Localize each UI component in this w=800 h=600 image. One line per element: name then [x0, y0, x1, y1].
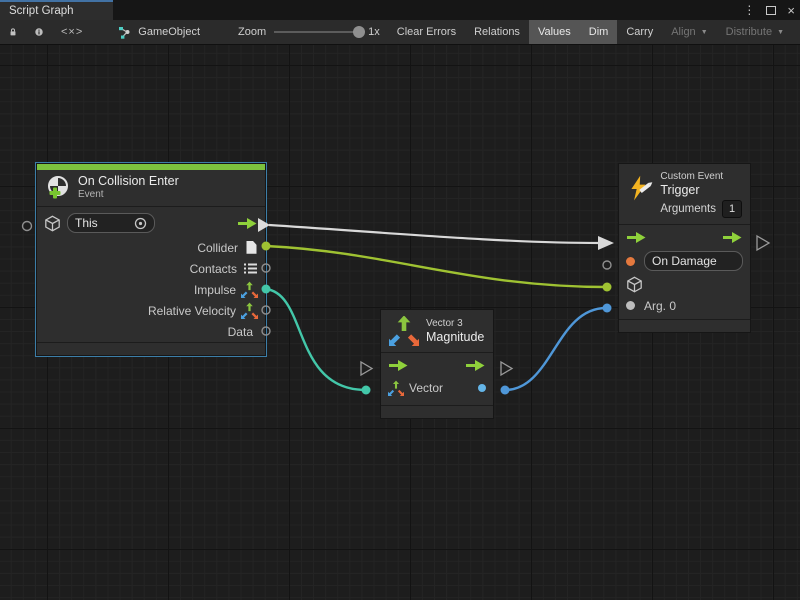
custom-event-icon	[627, 173, 653, 205]
target-field[interactable]: This	[67, 213, 155, 233]
node-footer	[37, 342, 265, 355]
window-controls: ⋮ ×	[743, 0, 795, 20]
close-icon[interactable]: ×	[787, 4, 795, 17]
port-row-collider[interactable]: Collider	[37, 237, 265, 258]
result-port[interactable]	[478, 384, 486, 392]
event-name-field[interactable]: On Damage	[644, 251, 743, 271]
target-row: This	[37, 209, 265, 237]
zoom-label: Zoom	[238, 26, 266, 38]
document-icon	[244, 240, 258, 255]
node-category: Custom Event	[660, 170, 742, 183]
event-name-port[interactable]	[626, 257, 635, 266]
vector3-icon	[388, 380, 404, 396]
port-row-event-name: On Damage	[619, 248, 750, 274]
port-row-contacts[interactable]: Contacts	[37, 258, 265, 279]
align-dropdown[interactable]: Align ▼	[662, 20, 716, 44]
gameobject-icon	[118, 26, 132, 39]
arguments-label: Arguments	[660, 203, 716, 215]
arguments-row: Arguments 1	[660, 200, 742, 218]
node-header: On Collision Enter Event	[37, 170, 265, 207]
code-view-icon: <×>	[61, 26, 83, 38]
vector3-icon	[241, 302, 258, 319]
relations-button[interactable]: Relations	[465, 20, 529, 44]
port-label: Impulse	[194, 283, 236, 297]
port-row-data[interactable]: Data	[37, 321, 265, 342]
port-row-arg0[interactable]: Arg. 0	[619, 295, 750, 316]
values-toggle[interactable]: Values	[529, 20, 580, 44]
vector3-icon	[389, 316, 419, 346]
node-subtitle: Event	[78, 189, 179, 201]
lock-icon	[9, 25, 17, 39]
node-footer	[619, 319, 750, 332]
node-vector3-magnitude[interactable]: Vector 3 Magnitude Vector	[380, 309, 494, 419]
flow-row	[619, 226, 750, 248]
graph-toolbar: <×> GameObject Zoom 1x Clear Errors Rela…	[0, 20, 800, 45]
node-header: Vector 3 Magnitude	[381, 310, 493, 353]
zoom-value: 1x	[368, 26, 380, 38]
overview-button[interactable]: Overv	[793, 20, 800, 44]
align-label: Align	[671, 26, 695, 38]
node-on-collision-enter[interactable]: On Collision Enter Event This Collider	[36, 163, 266, 356]
port-row-impulse[interactable]: Impulse	[37, 279, 265, 300]
port-label: Collider	[197, 241, 238, 255]
object-picker-icon[interactable]	[134, 217, 147, 230]
flow-in-arrow-icon[interactable]	[626, 231, 647, 244]
cube-icon	[44, 215, 61, 232]
dim-toggle[interactable]: Dim	[580, 20, 618, 44]
tab-strip: Script Graph ⋮ ×	[0, 0, 800, 20]
node-title: Magnitude	[426, 330, 484, 345]
window-menu-icon[interactable]: ⋮	[743, 3, 755, 17]
port-label: Vector	[409, 381, 443, 395]
maximize-icon[interactable]	[766, 6, 776, 15]
info-icon	[35, 25, 43, 39]
port-label: Arg. 0	[644, 299, 676, 313]
flow-out-arrow-icon[interactable]	[465, 359, 486, 372]
cube-icon	[626, 276, 643, 293]
port-label: Relative Velocity	[148, 304, 236, 318]
chevron-down-icon: ▼	[701, 29, 708, 36]
lock-button[interactable]	[0, 20, 26, 44]
flow-out-arrow-icon[interactable]	[722, 231, 743, 244]
gameobject-chip[interactable]: GameObject	[110, 20, 208, 44]
carry-toggle[interactable]: Carry	[617, 20, 662, 44]
node-custom-event-trigger[interactable]: Custom Event Trigger Arguments 1 On Dama…	[618, 163, 751, 333]
target-value: This	[75, 216, 98, 230]
tab-script-graph[interactable]: Script Graph	[0, 0, 113, 20]
distribute-label: Distribute	[726, 26, 772, 38]
info-button[interactable]	[26, 20, 52, 44]
node-category: Vector 3	[426, 317, 484, 330]
flow-out-arrow-icon[interactable]	[237, 217, 258, 230]
node-header: Custom Event Trigger Arguments 1	[619, 164, 750, 225]
flow-row	[381, 353, 493, 377]
gameobject-label: GameObject	[138, 26, 200, 38]
port-row-relative-velocity[interactable]: Relative Velocity	[37, 300, 265, 321]
code-view-button[interactable]: <×>	[52, 20, 92, 44]
flow-in-arrow-icon[interactable]	[388, 359, 409, 372]
event-icon	[44, 174, 71, 201]
event-name-value: On Damage	[652, 254, 717, 268]
port-label: Contacts	[190, 262, 237, 276]
clear-errors-button[interactable]: Clear Errors	[388, 20, 465, 44]
distribute-dropdown[interactable]: Distribute ▼	[717, 20, 793, 44]
zoom-slider-handle[interactable]	[353, 26, 365, 38]
chevron-down-icon: ▼	[777, 29, 784, 36]
node-title: Trigger	[660, 183, 742, 198]
zoom-slider[interactable]	[274, 31, 360, 33]
tab-script-graph-label: Script Graph	[9, 5, 74, 17]
vector3-icon	[241, 281, 258, 298]
port-row-target[interactable]	[619, 274, 750, 295]
zoom-control: Zoom 1x	[238, 20, 380, 44]
list-icon	[243, 262, 258, 275]
node-title: On Collision Enter	[78, 174, 179, 189]
arg0-port	[626, 301, 635, 310]
port-row-vector[interactable]: Vector	[381, 377, 493, 399]
node-footer	[381, 405, 493, 418]
port-label: Data	[228, 325, 253, 339]
arguments-field[interactable]: 1	[722, 200, 742, 218]
